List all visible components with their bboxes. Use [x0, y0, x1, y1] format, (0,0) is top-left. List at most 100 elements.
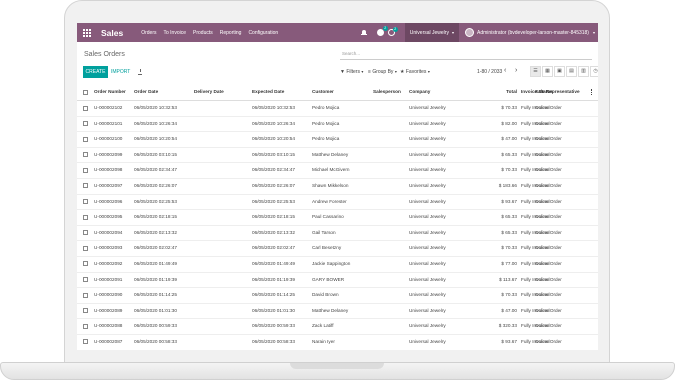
menu-to-invoice[interactable]: To Invoice — [164, 30, 187, 36]
customer-cell: Jackie Sappington — [312, 260, 351, 266]
import-button[interactable]: IMPORT — [111, 66, 130, 78]
column-header[interactable]: Order Number — [94, 85, 126, 100]
customer-cell: Pedro Mojica — [312, 120, 340, 126]
table-row[interactable]: U-000002092 06/05/2020 01:49:49 06/05/2020… — [77, 257, 598, 273]
row-checkbox[interactable] — [83, 136, 88, 142]
chevron-left-icon[interactable]: ‹ — [504, 67, 506, 74]
column-options-icon[interactable] — [591, 89, 593, 95]
select-all-checkbox[interactable] — [83, 89, 88, 95]
activity-view-icon[interactable]: ◷ — [590, 66, 598, 77]
column-header[interactable]: Expected Date — [252, 85, 284, 100]
total-cell: $ 77.00 — [501, 260, 517, 266]
table-row[interactable]: U-000002102 06/05/2020 10:32:53 06/05/2020… — [77, 101, 598, 117]
company-cell: Universal Jewelry — [409, 214, 446, 220]
company-cell: Universal Jewelry — [409, 198, 446, 204]
activity-badge: 2 — [392, 27, 398, 32]
table-row[interactable]: U-000002101 06/05/2020 10:26:34 06/05/2020… — [77, 117, 598, 133]
total-cell: $ 65.33 — [501, 214, 517, 220]
menu-configuration[interactable]: Configuration — [248, 30, 278, 36]
company-name: Universal Jewelry — [409, 29, 449, 36]
row-checkbox[interactable] — [83, 292, 88, 298]
menu-orders[interactable]: Orders — [141, 30, 156, 36]
total-cell: $ 70.33 — [501, 105, 517, 110]
order-date-cell: 06/05/2020 01:01:30 — [134, 307, 178, 313]
customer-cell: Matthew Delaney — [312, 307, 349, 313]
row-checkbox[interactable] — [83, 105, 88, 111]
table-row[interactable]: U-000002097 06/05/2020 02:26:07 06/05/2020… — [77, 179, 598, 195]
sale-representative-cell: Online Order — [535, 167, 562, 173]
table-row[interactable]: U-000002099 06/05/2020 03:10:15 06/05/2020… — [77, 148, 598, 164]
avatar[interactable] — [464, 28, 474, 37]
filters-dropdown[interactable]: ▼ Filters ▾ — [340, 69, 363, 75]
order-date-cell: 06/05/2020 02:18:15 — [134, 214, 178, 220]
sale-representative-cell: Online Order — [535, 229, 562, 235]
column-header[interactable]: Sale Representative — [535, 85, 580, 100]
table-row[interactable]: U-000002100 06/05/2020 10:20:54 06/05/2020… — [77, 132, 598, 148]
sale-representative-cell: Online Order — [535, 323, 562, 329]
expected-date-cell: 06/05/2020 01:49:49 — [252, 260, 296, 266]
activity-clock-icon[interactable]: 2 — [387, 27, 398, 36]
column-header[interactable]: Customer — [312, 85, 334, 100]
chevron-right-icon[interactable]: › — [515, 67, 517, 74]
pivot-view-icon[interactable]: ▤ — [566, 66, 577, 77]
order-date-cell: 06/05/2020 03:10:15 — [134, 151, 178, 157]
table-row[interactable]: U-000002089 06/05/2020 01:01:30 06/05/2020… — [77, 304, 598, 320]
row-checkbox[interactable] — [83, 152, 88, 158]
table-row[interactable]: U-000002091 06/05/2020 01:19:39 06/05/2020… — [77, 273, 598, 289]
row-checkbox[interactable] — [83, 323, 88, 329]
user-menu[interactable]: Administrator (bvdeveloper-larson-master… — [477, 30, 589, 36]
row-checkbox[interactable] — [83, 214, 88, 220]
row-checkbox[interactable] — [83, 183, 88, 189]
apps-grid-icon[interactable] — [83, 28, 91, 37]
column-header[interactable]: Delivery Date — [194, 85, 224, 100]
row-checkbox[interactable] — [83, 199, 88, 205]
table-row[interactable]: U-000002087 06/05/2020 00:58:33 06/05/2020… — [77, 335, 598, 350]
menu-reporting[interactable]: Reporting — [220, 30, 242, 36]
row-checkbox[interactable] — [83, 261, 88, 267]
customer-cell: Shawn Mikkelson — [312, 182, 349, 188]
row-checkbox[interactable] — [83, 230, 88, 236]
customer-cell: GARY BOWER — [312, 276, 345, 282]
row-checkbox[interactable] — [83, 308, 88, 314]
order-date-cell: 06/05/2020 00:58:33 — [134, 338, 178, 344]
menu-products[interactable]: Products — [193, 30, 213, 36]
favorites-dropdown[interactable]: ★ Favorites ▾ — [400, 69, 430, 75]
company-switcher[interactable]: Universal Jewelry ▾ — [404, 23, 459, 42]
create-button[interactable]: CREATE — [83, 66, 108, 78]
row-checkbox[interactable] — [83, 245, 88, 251]
total-cell: $ 113.67 — [499, 276, 517, 282]
pager-value[interactable]: 1-80 / 2033 — [477, 69, 502, 75]
table-row[interactable]: U-000002098 06/05/2020 02:34:47 06/05/2020… — [77, 163, 598, 179]
table-row[interactable]: U-000002093 06/05/2020 02:02:47 06/05/2020… — [77, 241, 598, 257]
sale-representative-cell: Online Order — [535, 136, 562, 142]
search-input[interactable]: Search... — [340, 49, 592, 60]
column-header[interactable]: Company — [409, 85, 430, 100]
table-row[interactable]: U-000002096 06/05/2020 02:25:53 06/05/2020… — [77, 195, 598, 211]
app-name[interactable]: Sales — [101, 28, 123, 38]
expected-date-cell: 06/05/2020 02:13:32 — [252, 229, 296, 235]
column-header[interactable]: Total — [506, 85, 517, 100]
chat-icon[interactable]: 2 — [376, 26, 388, 36]
table-row[interactable]: U-000002090 06/05/2020 01:14:25 06/05/2020… — [77, 288, 598, 304]
order-date-cell: 06/05/2020 02:26:07 — [134, 182, 178, 188]
table-row[interactable]: U-000002088 06/05/2020 00:59:33 06/05/2020… — [77, 319, 598, 335]
row-checkbox[interactable] — [83, 121, 88, 127]
group-by-dropdown[interactable]: ≡ Group By ▾ — [368, 69, 397, 75]
row-checkbox[interactable] — [83, 339, 88, 345]
row-checkbox[interactable] — [83, 167, 88, 173]
table-row[interactable]: U-000002094 06/05/2020 02:13:32 06/05/2020… — [77, 226, 598, 242]
sale-representative-cell: Online Order — [535, 120, 562, 126]
table-row[interactable]: U-000002095 06/05/2020 02:18:15 06/05/2020… — [77, 210, 598, 226]
company-cell: Universal Jewelry — [409, 136, 446, 142]
bell-icon[interactable] — [360, 29, 367, 36]
list-view-icon[interactable]: ☰ — [530, 66, 541, 77]
customer-cell: Pedro Mojica — [312, 105, 340, 110]
calendar-view-icon[interactable]: ▣ — [554, 66, 565, 77]
download-icon[interactable] — [138, 69, 142, 75]
row-checkbox[interactable] — [83, 277, 88, 283]
kanban-view-icon[interactable]: ▦ — [542, 66, 553, 77]
expected-date-cell: 06/05/2020 02:02:47 — [252, 245, 296, 251]
column-header[interactable]: Order Date — [134, 85, 158, 100]
graph-view-icon[interactable]: ▥ — [578, 66, 589, 77]
column-header[interactable]: Salesperson — [373, 85, 401, 100]
